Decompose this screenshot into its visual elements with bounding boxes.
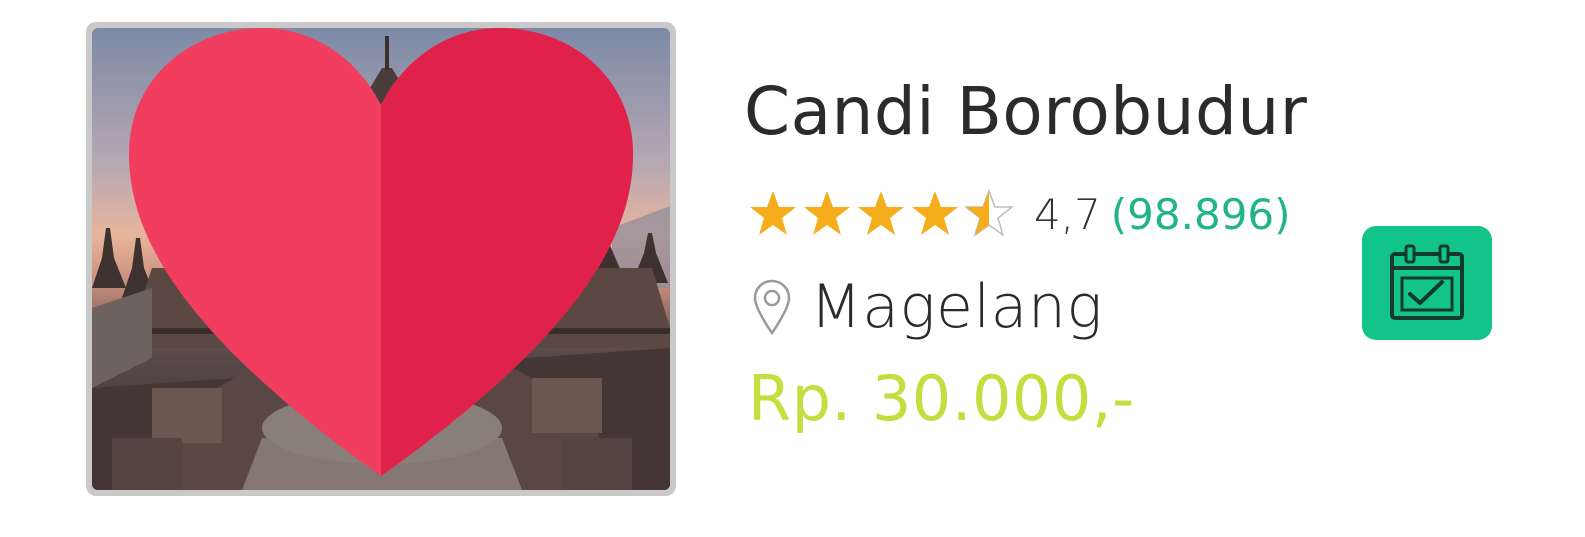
heart-icon[interactable] xyxy=(92,28,670,490)
calendar-check-icon xyxy=(1390,244,1464,320)
attraction-card: Candi Borobudur 4,7 (98.896) Magelang Rp… xyxy=(0,0,1585,537)
rating-value: 4,7 xyxy=(1034,189,1101,239)
star-half-icon xyxy=(964,189,1014,237)
attraction-title: Candi Borobudur xyxy=(744,73,1308,150)
map-pin-icon xyxy=(753,279,791,335)
attraction-photo-frame xyxy=(86,22,676,496)
star-full-icon xyxy=(858,191,904,235)
rating-stars xyxy=(748,189,1018,239)
rating-count[interactable]: (98.896) xyxy=(1111,190,1291,239)
book-button[interactable] xyxy=(1362,226,1492,340)
location-row: Magelang xyxy=(752,272,1103,342)
star-full-icon xyxy=(750,191,796,235)
star-full-icon xyxy=(804,191,850,235)
attraction-photo[interactable] xyxy=(92,28,670,490)
star-full-icon xyxy=(912,191,958,235)
price: Rp. 30.000,- xyxy=(748,362,1135,435)
location-text: Magelang xyxy=(810,272,1103,342)
rating-row: 4,7 (98.896) xyxy=(748,186,1291,242)
